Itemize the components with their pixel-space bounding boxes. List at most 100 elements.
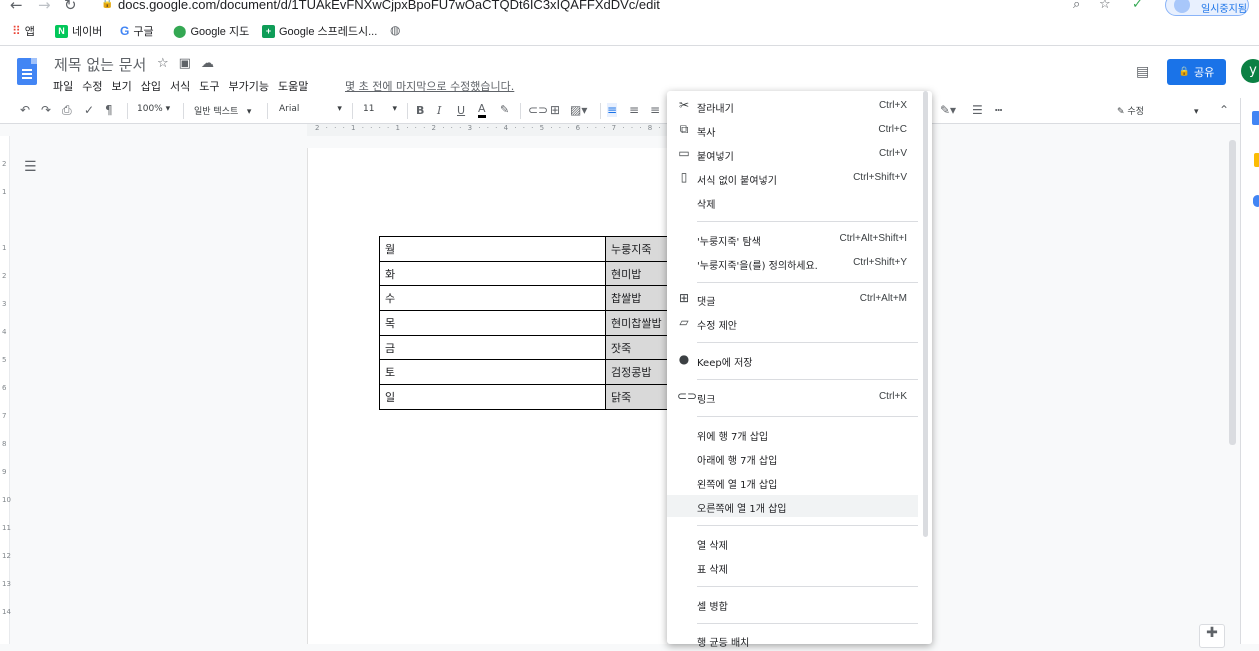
forward-icon[interactable]: → <box>38 0 51 14</box>
insert-image-icon[interactable]: ▨▾ <box>570 103 587 117</box>
table-cell[interactable]: 토 <box>379 359 606 386</box>
bookmark-naver[interactable]: N 네이버 <box>55 23 102 39</box>
print-icon[interactable]: ⎙ <box>62 103 72 118</box>
align-left-icon[interactable]: ≡ <box>607 103 618 117</box>
table-cell[interactable]: 일 <box>379 384 606 410</box>
menu-item-define[interactable]: '누룽지죽'을(를) 정의하세요. Ctrl+Shift+Y <box>667 252 918 274</box>
table-cell[interactable]: 수 <box>379 285 606 312</box>
docs-logo-icon[interactable] <box>17 58 37 85</box>
text-color-icon[interactable]: A <box>478 102 486 118</box>
undo-icon[interactable]: ↶ <box>20 103 30 117</box>
ruler-mark: 14 <box>2 608 11 616</box>
border-dash-icon[interactable]: ┅ <box>995 103 1002 117</box>
menu-addons[interactable]: 부가기능 <box>229 78 269 94</box>
highlight-icon[interactable]: ✎ <box>500 103 509 116</box>
table-cell-selected[interactable]: 닭죽 <box>605 384 668 410</box>
menu-item-insert-col-left[interactable]: 왼쪽에 열 1개 삽입 <box>667 471 918 493</box>
menu-insert[interactable]: 삽입 <box>141 78 161 94</box>
table-cell-selected[interactable]: 현미밥 <box>605 260 668 287</box>
border-color-icon[interactable]: ✎▾ <box>940 103 956 117</box>
menu-item-merge-cells[interactable]: 셀 병합 <box>667 593 918 615</box>
spellcheck-icon[interactable]: ✓ <box>84 103 94 117</box>
align-right-icon[interactable]: ≡ <box>650 103 660 117</box>
menu-item-delete-column[interactable]: 열 삭제 <box>667 532 918 554</box>
bookmark-google-sheets[interactable]: + Google 스프레드시... <box>262 23 377 39</box>
menu-item-delete[interactable]: 삭제 <box>667 191 918 213</box>
star-icon[interactable]: ☆ <box>157 56 169 71</box>
profile-button[interactable]: 일시중지됨 <box>1165 0 1249 16</box>
reload-icon[interactable]: ↻ <box>64 0 77 14</box>
user-avatar[interactable]: y <box>1241 59 1259 83</box>
url-text[interactable]: docs.google.com/document/d/1TUAkEvFNXwCj… <box>118 0 660 12</box>
underline-icon[interactable]: U <box>457 104 465 117</box>
table-cell-selected[interactable]: 현미찹쌀밥 <box>605 310 668 336</box>
cloud-status-icon[interactable]: ☁ <box>201 56 214 71</box>
context-menu-scrollbar[interactable] <box>923 91 928 537</box>
menu-item-distribute-rows[interactable]: 행 균등 배치 <box>667 629 918 651</box>
table-cell-selected[interactable]: 누룽지죽 <box>605 236 668 262</box>
zoom-icon[interactable]: ⌕ <box>1073 0 1080 12</box>
insert-comment-icon[interactable]: ⊞ <box>550 103 560 117</box>
bookmark-google[interactable]: G 구글 <box>120 23 154 39</box>
tasks-icon[interactable] <box>1253 195 1259 207</box>
italic-icon[interactable]: I <box>437 104 441 117</box>
style-select[interactable]: 일반 텍스트 ▾ <box>194 104 251 117</box>
align-center-icon[interactable]: ≡ <box>629 103 639 117</box>
redo-icon[interactable]: ↷ <box>41 103 51 117</box>
back-icon[interactable]: ← <box>10 0 23 14</box>
explore-button-icon[interactable]: ✚ <box>1199 624 1225 648</box>
menu-view[interactable]: 보기 <box>112 78 132 94</box>
menu-item-insert-col-right[interactable]: 오른쪽에 열 1개 삽입 <box>667 495 918 517</box>
menu-item-cut[interactable]: ✂ 잘라내기 Ctrl+X <box>667 95 918 117</box>
document-outline-icon[interactable]: ☰ <box>24 159 40 175</box>
document-scrollbar[interactable] <box>1229 140 1236 445</box>
menu-item-delete-table[interactable]: 표 삭제 <box>667 556 918 578</box>
menu-help[interactable]: 도움말 <box>278 78 308 94</box>
bold-icon[interactable]: B <box>416 104 424 117</box>
menu-file[interactable]: 파일 <box>53 78 73 94</box>
menu-item-explore[interactable]: '누룽지죽' 탐색 Ctrl+Alt+Shift+I <box>667 228 918 250</box>
zoom-select[interactable]: 100% ▾ <box>137 104 170 114</box>
last-edit-link[interactable]: 몇 초 전에 마지막으로 수정했습니다. <box>345 78 514 94</box>
menu-item-comment[interactable]: ⊞ 댓글 Ctrl+Alt+M <box>667 288 918 310</box>
paint-format-icon[interactable]: ¶ <box>105 103 113 117</box>
menu-item-keep[interactable]: ● Keep에 저장 <box>667 349 918 371</box>
table-cell-selected[interactable]: 찹쌀밥 <box>605 285 668 312</box>
table-cell[interactable]: 금 <box>379 334 606 361</box>
calendar-icon[interactable] <box>1252 111 1259 125</box>
mode-select[interactable]: ✎ 수정 ▾ <box>1117 104 1199 117</box>
menu-format[interactable]: 서식 <box>170 78 190 94</box>
bookmark-star-icon[interactable]: ☆ <box>1099 0 1111 12</box>
insert-link-icon[interactable]: ⊂⊃ <box>528 103 548 117</box>
extension-icon[interactable]: ✓ <box>1132 0 1143 12</box>
table-cell-selected[interactable]: 잣죽 <box>605 334 668 361</box>
horizontal-ruler[interactable]: 2 · · · 1 · · · · 1 · · · 2 · · · 3 · · … <box>307 124 667 136</box>
bookmark-google-maps[interactable]: ⬤ Google 지도 <box>173 23 249 39</box>
bookmark-globe[interactable]: ◍ <box>390 23 400 37</box>
menu-bar: 파일 수정 보기 삽입 서식 도구 부가기능 도움말 <box>53 78 308 94</box>
bookmark-apps[interactable]: ⠿ 앱 <box>12 23 35 39</box>
menu-item-insert-row-below[interactable]: 아래에 행 7개 삽입 <box>667 447 918 469</box>
share-button[interactable]: 🔒 공유 <box>1167 59 1226 85</box>
menu-item-insert-row-above[interactable]: 위에 행 7개 삽입 <box>667 423 918 445</box>
table-cell-selected[interactable]: 검정콩밥 <box>605 359 668 386</box>
menu-item-paste-plain[interactable]: ▯ 서식 없이 붙여넣기 Ctrl+Shift+V <box>667 167 918 189</box>
font-select[interactable]: Arial ▾ <box>279 104 342 114</box>
table-cell[interactable]: 목 <box>379 310 606 336</box>
menu-item-link[interactable]: ⊂⊃ 링크 Ctrl+K <box>667 386 918 408</box>
table-cell[interactable]: 월 <box>379 236 606 262</box>
table-cell[interactable]: 화 <box>379 260 606 287</box>
vertical-ruler[interactable]: 2 1 1 2 3 4 5 6 7 8 9 10 11 12 13 14 <box>0 136 11 644</box>
move-folder-icon[interactable]: ▣ <box>179 56 191 71</box>
font-size-select[interactable]: 11 ▾ <box>363 104 397 114</box>
menu-item-suggest[interactable]: ▱ 수정 제안 <box>667 312 918 334</box>
document-title[interactable]: 제목 없는 문서 <box>54 54 146 75</box>
comment-history-icon[interactable]: ▤ <box>1136 64 1149 80</box>
keep-icon[interactable] <box>1254 153 1259 167</box>
menu-item-copy[interactable]: ⧉ 복사 Ctrl+C <box>667 119 918 141</box>
menu-tools[interactable]: 도구 <box>199 78 219 94</box>
collapse-toolbar-icon[interactable]: ⌃ <box>1219 103 1229 117</box>
menu-item-paste[interactable]: ▭ 붙여넣기 Ctrl+V <box>667 143 918 165</box>
border-width-icon[interactable]: ☰ <box>972 103 983 117</box>
menu-edit[interactable]: 수정 <box>82 78 102 94</box>
